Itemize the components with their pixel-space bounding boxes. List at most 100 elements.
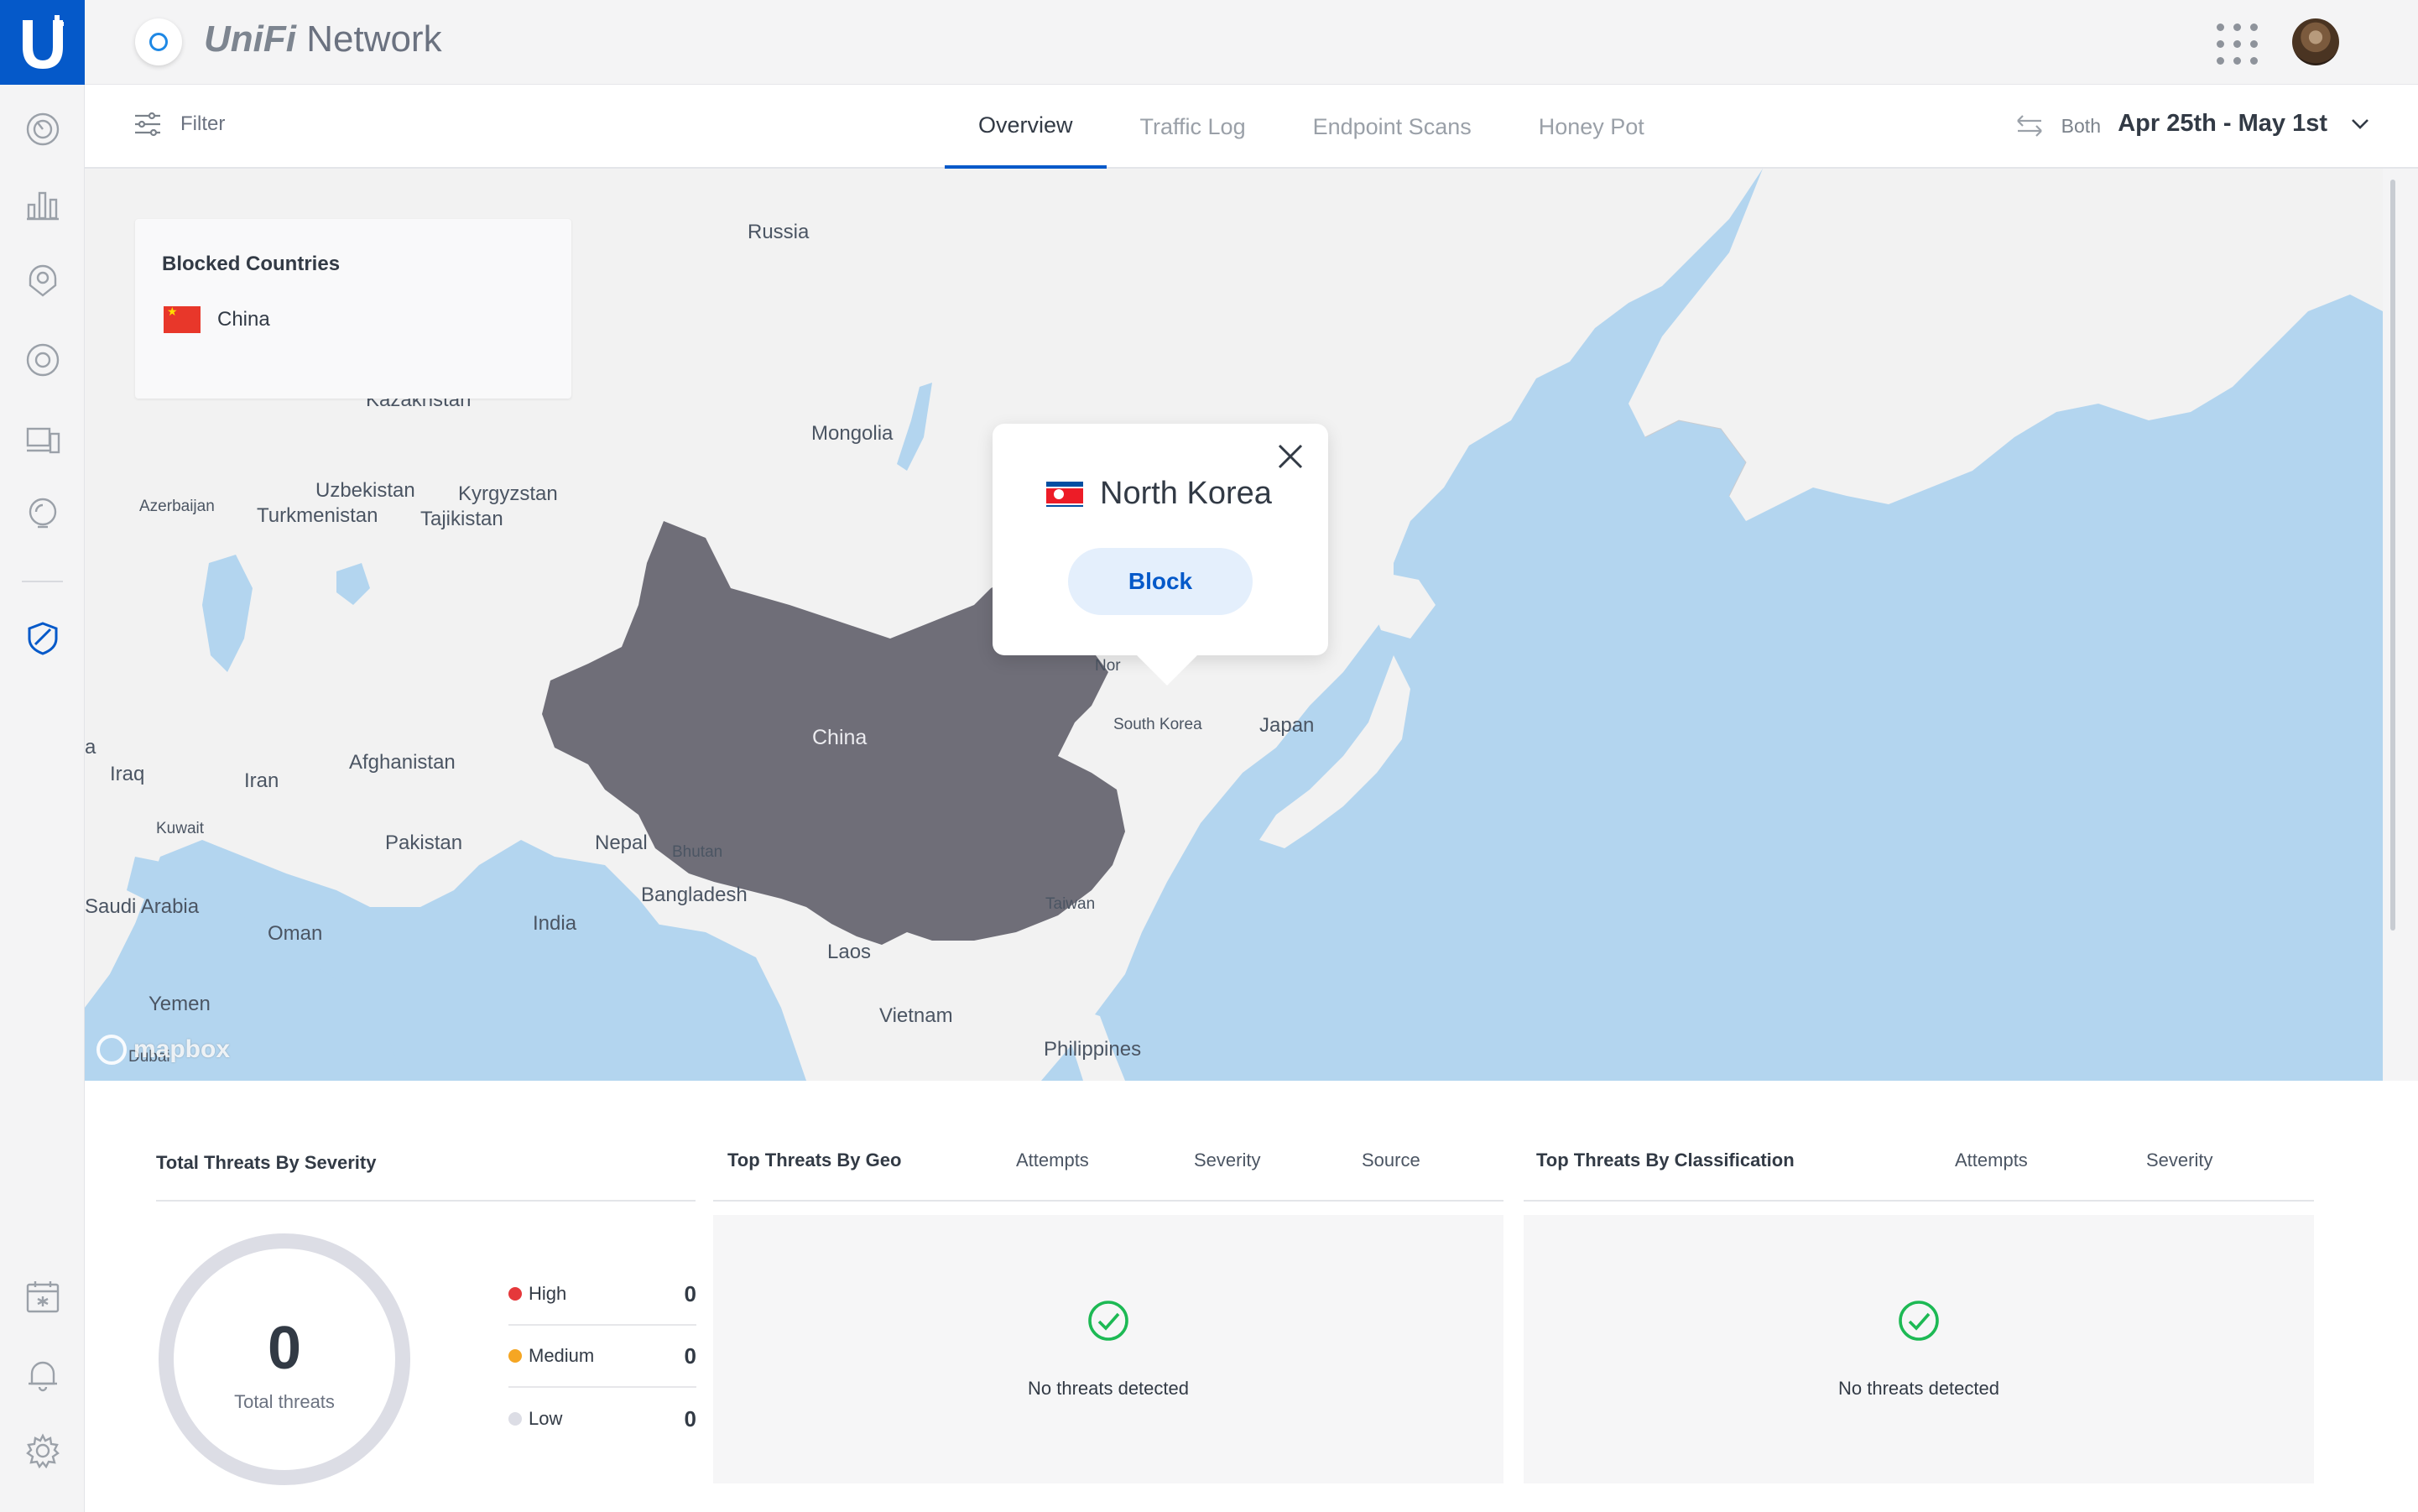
land-hokkaido <box>1368 571 1436 639</box>
top-bar: UniFi Network <box>85 0 2418 85</box>
map-scrollbar[interactable] <box>2390 180 2395 931</box>
severity-row-high: High 0 <box>508 1264 696 1326</box>
direction-toggle[interactable]: Both <box>2014 113 2101 138</box>
tab-endpoint-scans[interactable]: Endpoint Scans <box>1279 85 1505 169</box>
blocked-countries-title: Blocked Countries <box>162 253 341 275</box>
settings-icon[interactable] <box>25 1433 60 1468</box>
severity-label-high: High <box>529 1283 567 1304</box>
popup-country: North Korea <box>1046 476 1272 512</box>
network-app-icon[interactable] <box>135 18 182 65</box>
date-range-label: Apr 25th - May 1st <box>2118 110 2327 137</box>
tab-honey-pot[interactable]: Honey Pot <box>1505 85 1678 169</box>
map-label-philippines: Philippines <box>1044 1038 1142 1061</box>
sub-navigation: Filter Overview Traffic Log Endpoint Sca… <box>85 85 2418 169</box>
map-label-south-korea: South Korea <box>1113 716 1202 733</box>
map-label-oman: Oman <box>268 922 323 945</box>
geo-divider <box>713 1200 1503 1202</box>
left-navigation-rail <box>0 0 85 1512</box>
geo-col-severity[interactable]: Severity <box>1194 1150 1260 1171</box>
severity-divider <box>156 1200 696 1202</box>
severity-label-low: Low <box>529 1408 563 1429</box>
app-switcher-icon[interactable] <box>2217 23 2259 65</box>
total-threats-label: Total threats <box>234 1391 335 1412</box>
north-korea-flag-icon <box>1046 481 1083 507</box>
popup-country-name: North Korea <box>1100 476 1272 511</box>
map-label-tajikistan: Tajikistan <box>420 508 503 530</box>
total-threats-count: 0 <box>267 1315 302 1382</box>
classification-col-attempts[interactable]: Attempts <box>1955 1150 2028 1171</box>
mapbox-attribution[interactable]: mapbox <box>96 1035 230 1065</box>
china-flag-icon <box>164 305 201 333</box>
low-dot-icon <box>508 1412 522 1426</box>
map-label-vietnam: Vietnam <box>879 1004 953 1027</box>
blocked-countries-card: Blocked Countries China <box>135 219 571 399</box>
date-range-select[interactable]: Apr 25th - May 1st <box>2118 110 2369 138</box>
tab-bar: Overview Traffic Log Endpoint Scans Hone… <box>945 85 1678 169</box>
map-icon[interactable] <box>25 263 60 299</box>
chevron-down-icon <box>2352 118 2368 129</box>
filter-label: Filter <box>180 112 226 135</box>
severity-row-medium: Medium 0 <box>508 1326 696 1388</box>
check-circle-icon <box>1088 1301 1128 1341</box>
insights-icon[interactable] <box>25 497 60 532</box>
geo-empty-message: No threats detected <box>1027 1378 1189 1399</box>
blocked-country-item[interactable]: China <box>164 305 270 333</box>
filter-button[interactable]: Filter <box>133 112 225 137</box>
geo-section-title: Top Threats By Geo <box>727 1150 902 1170</box>
map-label-bhutan: Bhutan <box>672 843 723 861</box>
geo-empty-state: No threats detected <box>713 1215 1503 1483</box>
devices-icon[interactable] <box>25 342 60 378</box>
geo-col-source[interactable]: Source <box>1362 1150 1420 1171</box>
events-icon[interactable] <box>25 1279 60 1314</box>
map-label-iraq: Iraq <box>110 763 145 785</box>
classification-section-title: Top Threats By Classification <box>1536 1150 1795 1170</box>
alerts-icon[interactable] <box>25 1357 60 1392</box>
map-label-nepal: Nepal <box>595 832 648 854</box>
dashboard-icon[interactable] <box>25 112 60 147</box>
app-title: UniFi Network <box>204 18 442 60</box>
map-label-afghanistan: Afghanistan <box>349 751 456 774</box>
tab-traffic-log[interactable]: Traffic Log <box>1107 85 1279 169</box>
direction-label: Both <box>2061 114 2101 137</box>
severity-label-medium: Medium <box>529 1345 595 1366</box>
map-label-nor: Nor <box>1095 657 1121 675</box>
map-label-kyrgyzstan: Kyrgyzstan <box>458 482 558 505</box>
map-label-turkmenistan: Turkmenistan <box>257 504 378 527</box>
map-label-laos: Laos <box>827 941 872 963</box>
user-avatar[interactable] <box>2292 18 2339 65</box>
classification-col-severity[interactable]: Severity <box>2146 1150 2212 1171</box>
classification-empty-state: No threats detected <box>1524 1215 2314 1483</box>
block-country-button[interactable]: Block <box>1068 548 1253 615</box>
mapbox-wordmark: mapbox <box>133 1035 231 1063</box>
severity-value-low: 0 <box>684 1405 696 1431</box>
ubiquiti-logo-icon[interactable] <box>0 0 85 85</box>
clients-icon[interactable] <box>25 422 60 457</box>
map-label-bangladesh: Bangladesh <box>641 884 748 906</box>
map-label-azerbaijan: Azerbaijan <box>139 498 215 515</box>
map-label-yemen: Yemen <box>149 993 211 1015</box>
blocked-country-name: China <box>217 308 270 331</box>
country-popup: North Korea Block <box>993 424 1328 686</box>
brand-suffix: Network <box>295 18 442 60</box>
threat-management-icon[interactable] <box>25 621 60 656</box>
severity-value-medium: 0 <box>684 1343 696 1369</box>
severity-row-low: Low 0 <box>508 1388 696 1450</box>
map-label-saudi-arabia: Saudi Arabia <box>85 895 200 918</box>
map-label-uzbekistan: Uzbekistan <box>315 479 415 502</box>
close-icon[interactable] <box>1273 439 1308 474</box>
classification-divider <box>1524 1200 2314 1202</box>
geo-col-attempts[interactable]: Attempts <box>1016 1150 1089 1171</box>
map-label-india: India <box>533 912 577 935</box>
map-label-pakistan: Pakistan <box>385 832 463 854</box>
filter-sliders-icon <box>135 112 160 137</box>
map-label-russia: Russia <box>748 221 810 243</box>
tab-overview[interactable]: Overview <box>945 85 1107 169</box>
map-label-mongolia: Mongolia <box>811 422 894 445</box>
map-label-japan: Japan <box>1259 714 1315 737</box>
map-label-iran: Iran <box>244 769 279 792</box>
severity-section-title: Total Threats By Severity <box>156 1152 377 1173</box>
rail-divider <box>22 581 63 582</box>
mapbox-logo-icon <box>96 1035 127 1065</box>
statistics-icon[interactable] <box>25 186 60 222</box>
land-northeast <box>1629 169 2383 521</box>
